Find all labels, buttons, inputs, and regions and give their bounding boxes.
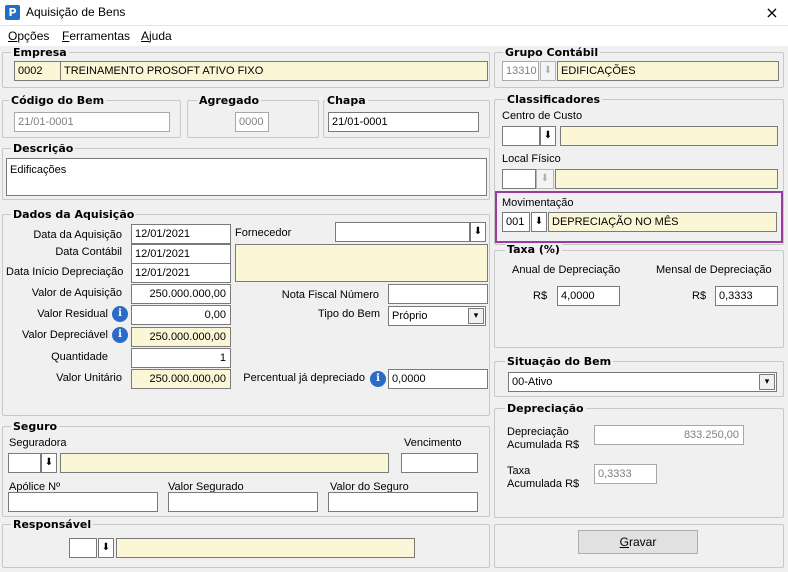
centro-custo-name-field[interactable] [560, 126, 778, 146]
quantidade-field[interactable]: 1 [131, 348, 231, 368]
taxa-anual-currency: R$ [533, 290, 548, 302]
codigo-bem-field[interactable]: 21/01-0001 [14, 112, 170, 132]
valor-unitario-field[interactable]: 250.000.000,00 [131, 369, 231, 389]
depreciacao-acumulada-label-1: Depreciação [507, 426, 569, 438]
taxa-acumulada-label-2: Acumulada R$ [507, 478, 580, 490]
situacao-dropdown-icon[interactable]: ▾ [759, 374, 775, 390]
grupo-download-icon[interactable]: ⬇ [540, 61, 556, 81]
valor-depreciavel-label: Valor Depreciável [21, 329, 108, 341]
vencimento-label: Vencimento [404, 437, 462, 449]
fornecedor-download-icon[interactable]: ⬇ [470, 222, 486, 242]
taxa-acumulada-label-1: Taxa [507, 465, 531, 477]
depreciacao-legend: Depreciação [505, 402, 586, 415]
centro-custo-code-field[interactable] [502, 126, 540, 146]
situacao-legend: Situação do Bem [505, 355, 614, 368]
data-contabil-label: Data Contábil [55, 246, 122, 258]
centro-custo-label: Centro de Custo [502, 110, 583, 122]
taxa-mensal-label: Mensal de Depreciação [656, 264, 772, 276]
data-contabil-field[interactable]: 12/01/2021 [131, 244, 231, 264]
tipo-bem-label: Tipo do Bem [318, 308, 380, 320]
valor-seguro-field[interactable] [328, 492, 478, 512]
chapa-field[interactable]: 21/01-0001 [328, 112, 479, 132]
responsavel-name-field[interactable] [116, 538, 415, 558]
percentual-info-icon[interactable]: i [370, 371, 386, 387]
percentual-label: Percentual já depreciado [243, 372, 365, 384]
empresa-legend: Empresa [11, 46, 69, 59]
seguradora-code-field[interactable] [8, 453, 41, 473]
local-fisico-code-field[interactable] [502, 169, 536, 189]
window-title: Aquisição de Bens [26, 5, 126, 19]
seguradora-download-icon[interactable]: ⬇ [41, 453, 57, 473]
quantidade-label: Quantidade [51, 351, 108, 363]
close-icon[interactable]: × [760, 2, 784, 24]
nota-fiscal-label: Nota Fiscal Número [281, 289, 379, 301]
menu-opcoes[interactable]: Opções [8, 29, 49, 43]
valor-segurado-field[interactable] [168, 492, 318, 512]
taxa-mensal-field[interactable]: 0,3333 [715, 286, 778, 306]
valor-depreciavel-info-icon[interactable]: i [112, 327, 128, 343]
gravar-button[interactable]: Gravar [578, 530, 698, 554]
taxa-anual-label: Anual de Depreciação [512, 264, 621, 276]
local-fisico-download-icon[interactable]: ⬇ [536, 169, 554, 189]
app-logo-icon: P [5, 5, 20, 20]
data-inicio-depreciacao-label: Data Início Depreciação [6, 266, 124, 278]
taxa-acumulada-field[interactable]: 0,3333 [594, 464, 657, 484]
movimentacao-code-field[interactable]: 001 [502, 212, 530, 232]
taxa-legend: Taxa (%) [505, 243, 562, 256]
valor-aquisicao-label: Valor de Aquisição [31, 287, 122, 299]
valor-residual-field[interactable]: 0,00 [131, 305, 231, 325]
menu-ajuda[interactable]: Ajuda [141, 29, 172, 43]
valor-residual-info-icon[interactable]: i [112, 306, 128, 322]
empresa-name-field[interactable]: TREINAMENTO PROSOFT ATIVO FIXO [60, 61, 488, 81]
valor-unitario-label: Valor Unitário [56, 372, 122, 384]
movimentacao-name-field[interactable]: DEPRECIAÇÃO NO MÊS [548, 212, 777, 232]
centro-custo-download-icon[interactable]: ⬇ [540, 126, 556, 146]
menu-ferramentas[interactable]: Ferramentas [62, 29, 130, 43]
depreciacao-acumulada-label-2: Acumulada R$ [507, 439, 580, 451]
codigo-bem-legend: Código do Bem [9, 94, 107, 107]
grupo-contabil-legend: Grupo Contábil [503, 46, 601, 59]
percentual-field[interactable]: 0,0000 [388, 369, 488, 389]
tipo-bem-dropdown-icon[interactable]: ▾ [468, 308, 484, 324]
descricao-legend: Descrição [11, 142, 76, 155]
movimentacao-label: Movimentação [502, 197, 574, 209]
local-fisico-name-field[interactable] [555, 169, 778, 189]
data-aquisicao-field[interactable]: 12/01/2021 [131, 224, 231, 244]
data-inicio-depreciacao-field[interactable]: 12/01/2021 [131, 263, 231, 283]
taxa-mensal-currency: R$ [692, 290, 707, 302]
nota-fiscal-field[interactable] [388, 284, 488, 304]
empresa-code-field[interactable]: 0002 [14, 61, 61, 81]
responsavel-code-field[interactable] [69, 538, 97, 558]
descricao-textarea[interactable]: Edificações [6, 158, 487, 196]
fornecedor-code-field[interactable] [335, 222, 470, 242]
local-fisico-label: Local Físico [502, 153, 561, 165]
agregado-legend: Agregado [197, 94, 262, 107]
vencimento-field[interactable] [401, 453, 478, 473]
data-aquisicao-label: Data da Aquisição [33, 229, 122, 241]
grupo-code-field[interactable]: 13310 [502, 61, 539, 81]
movimentacao-download-icon[interactable]: ⬇ [531, 212, 547, 232]
agregado-field[interactable]: 0000 [235, 112, 269, 132]
seguradora-label: Seguradora [9, 437, 67, 449]
valor-residual-label: Valor Residual [37, 308, 108, 320]
responsavel-legend: Responsável [11, 518, 94, 531]
responsavel-download-icon[interactable]: ⬇ [98, 538, 114, 558]
situacao-select[interactable]: 00-Ativo [508, 372, 777, 392]
apolice-field[interactable] [8, 492, 158, 512]
valor-depreciavel-field[interactable]: 250.000.000,00 [131, 327, 231, 347]
dados-aquisicao-legend: Dados da Aquisição [11, 208, 137, 221]
taxa-anual-field[interactable]: 4,0000 [557, 286, 620, 306]
seguradora-name-field[interactable] [60, 453, 389, 473]
chapa-legend: Chapa [325, 94, 368, 107]
seguro-legend: Seguro [11, 420, 60, 433]
fornecedor-label: Fornecedor [235, 227, 292, 239]
valor-aquisicao-field[interactable]: 250.000.000,00 [131, 284, 231, 304]
grupo-name-field[interactable]: EDIFICAÇÕES [557, 61, 779, 81]
fornecedor-name-field[interactable] [235, 244, 488, 282]
classificadores-legend: Classificadores [505, 93, 603, 106]
depreciacao-acumulada-field[interactable]: 833.250,00 [594, 425, 744, 445]
